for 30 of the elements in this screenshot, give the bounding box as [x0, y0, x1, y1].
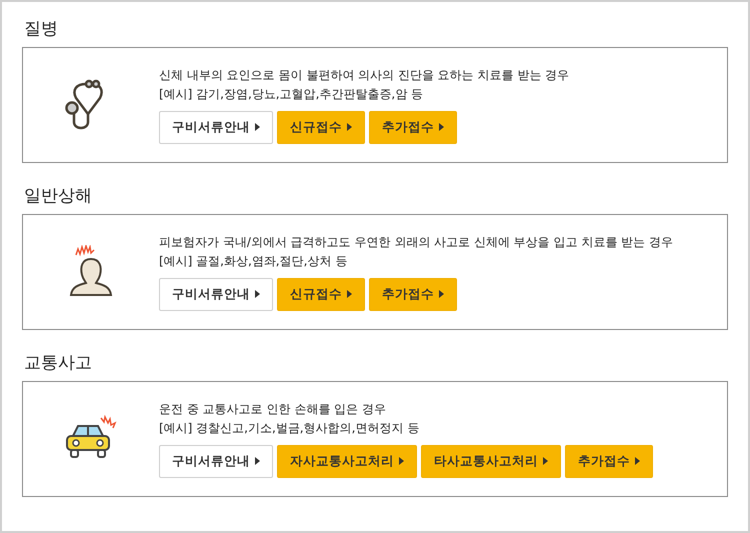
caret-icon	[439, 290, 444, 298]
description-text: 피보험자가 국내/외에서 급격하고도 우연한 외래의 사고로 신체에 부상을 입고 치료를 받는 경우	[159, 234, 674, 250]
submit-button[interactable]: 추가접수	[369, 110, 457, 144]
example-text: [예시] 감기,장염,당뇨,고혈압,추간판탈출증,암 등	[159, 86, 424, 102]
caret-icon	[439, 123, 444, 131]
caret-icon	[635, 457, 640, 465]
caret-icon	[347, 290, 352, 298]
section-title: 일반상해	[23, 185, 93, 208]
submit-button[interactable]: 타사교통사고처리	[421, 444, 561, 478]
submit-button[interactable]: 자사교통사고처리	[277, 444, 417, 478]
caret-icon	[255, 290, 260, 298]
section-title: 질병	[23, 18, 59, 41]
submit-button[interactable]: 추가접수	[565, 444, 653, 478]
caret-icon	[255, 457, 260, 465]
caret-icon	[399, 457, 404, 465]
submit-button[interactable]: 추가접수	[369, 278, 457, 310]
description-text: 운전 중 교통사고로 인한 손해를 입은 경우	[159, 400, 387, 416]
documents-button[interactable]: 구비서류안내	[159, 278, 273, 310]
documents-button[interactable]: 구비서류안내	[159, 110, 273, 144]
example-text: [예시] 골절,화상,염좌,절단,상처 등	[159, 252, 348, 268]
caret-icon	[543, 457, 548, 465]
documents-button[interactable]: 구비서류안내	[159, 444, 273, 478]
caret-icon	[347, 123, 352, 131]
section-title: 교통사고	[23, 352, 93, 375]
example-text: [예시] 경찰신고,기소,벌금,형사합의,면허정지 등	[159, 420, 420, 436]
submit-button[interactable]: 신규접수	[277, 110, 365, 144]
submit-button[interactable]: 신규접수	[277, 278, 365, 310]
caret-icon	[255, 123, 260, 131]
description-text: 신체 내부의 요인으로 몸이 불편하여 의사의 진단을 요하는 치료를 받는 경우	[159, 66, 570, 82]
injured-person-icon	[68, 245, 114, 299]
